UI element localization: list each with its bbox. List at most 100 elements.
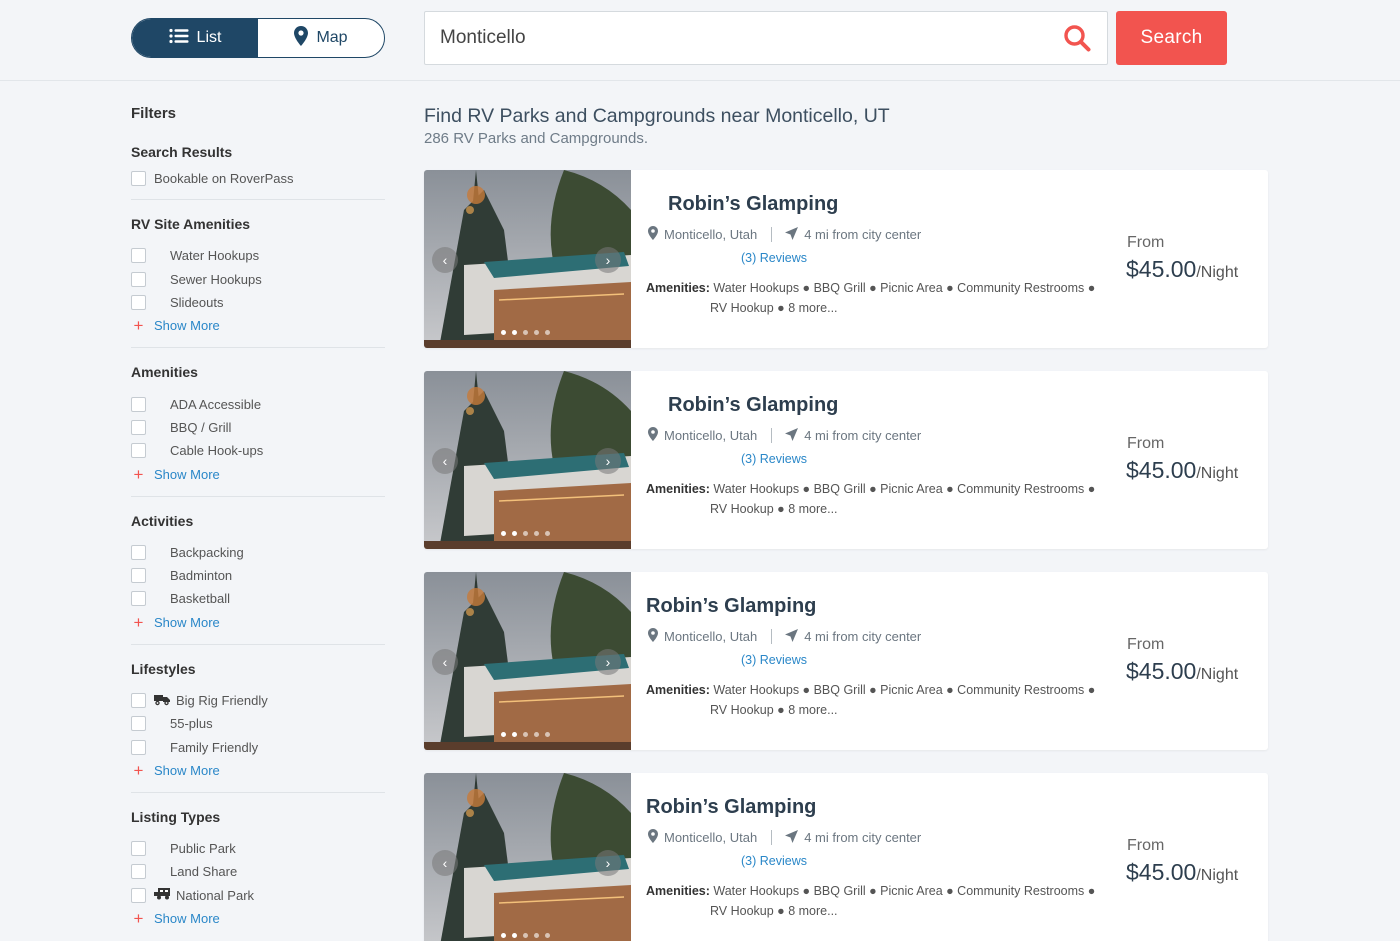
- show-more-link[interactable]: + Show More: [131, 759, 385, 782]
- carousel-dot[interactable]: [523, 933, 528, 938]
- listing-card[interactable]: ‹ › Robin’s Glamping Monticello, Utah 4 …: [424, 371, 1268, 549]
- listing-details: Robin’s Glamping Monticello, Utah 4 mi f…: [646, 371, 1106, 549]
- checkbox[interactable]: [131, 887, 146, 903]
- checkbox[interactable]: [131, 396, 146, 412]
- view-toggle: List Map: [131, 18, 385, 58]
- carousel-dot[interactable]: [501, 531, 506, 536]
- listing-photo[interactable]: ‹ ›: [424, 170, 631, 348]
- show-more-link[interactable]: + Show More: [131, 314, 385, 337]
- carousel-dot[interactable]: [512, 330, 517, 335]
- show-more-link[interactable]: + Show More: [131, 907, 385, 930]
- chevron-left-icon[interactable]: ‹: [432, 850, 458, 876]
- filter-option-label: Badminton: [170, 568, 233, 584]
- checkbox[interactable]: [131, 864, 146, 880]
- chevron-left-icon[interactable]: ‹: [432, 649, 458, 675]
- carousel-dot[interactable]: [523, 330, 528, 335]
- listing-card[interactable]: ‹ › Robin’s Glamping Monticello, Utah 4 …: [424, 773, 1268, 941]
- carousel-dot[interactable]: [545, 732, 550, 737]
- checkbox[interactable]: [131, 716, 146, 732]
- carousel-dot[interactable]: [501, 330, 506, 335]
- carousel-dot[interactable]: [545, 531, 550, 536]
- filter-option[interactable]: ADA Accessible: [131, 392, 385, 415]
- list-view-button[interactable]: List: [132, 19, 258, 57]
- chevron-right-icon[interactable]: ›: [595, 448, 621, 474]
- listing-photo[interactable]: ‹ ›: [424, 371, 631, 549]
- reviews-link[interactable]: (3) Reviews: [741, 452, 807, 466]
- checkbox[interactable]: [131, 171, 146, 187]
- carousel-dot[interactable]: [512, 531, 517, 536]
- reviews-link[interactable]: (3) Reviews: [741, 854, 807, 868]
- checkbox[interactable]: [131, 841, 146, 857]
- filter-option[interactable]: Backpacking: [131, 541, 385, 564]
- filter-option[interactable]: BBQ / Grill: [131, 416, 385, 439]
- listing-name[interactable]: Robin’s Glamping: [646, 595, 816, 618]
- filter-option[interactable]: Bookable on RoverPass: [131, 167, 385, 190]
- filter-option[interactable]: Land Share: [131, 860, 385, 883]
- show-more-link[interactable]: + Show More: [131, 462, 385, 485]
- listing-name[interactable]: Robin’s Glamping: [668, 394, 838, 417]
- carousel-dot[interactable]: [534, 933, 539, 938]
- filter-option[interactable]: Basketball: [131, 587, 385, 610]
- carousel-dot[interactable]: [534, 531, 539, 536]
- carousel-dot[interactable]: [512, 732, 517, 737]
- listing-photo[interactable]: ‹ ›: [424, 773, 631, 941]
- filter-option-label: Slideouts: [170, 295, 224, 311]
- price-from-label: From: [1127, 636, 1165, 653]
- chevron-right-icon[interactable]: ›: [595, 247, 621, 273]
- reviews-link[interactable]: (3) Reviews: [741, 653, 807, 667]
- chevron-right-icon[interactable]: ›: [595, 850, 621, 876]
- filter-option-label: Sewer Hookups: [170, 271, 262, 287]
- filter-option[interactable]: National Park: [131, 884, 385, 907]
- carousel-dot[interactable]: [512, 933, 517, 938]
- filter-option[interactable]: Big Rig Friendly: [131, 689, 385, 712]
- price-unit: /Night: [1196, 867, 1239, 884]
- carousel-dot[interactable]: [534, 732, 539, 737]
- chevron-left-icon[interactable]: ‹: [432, 247, 458, 273]
- show-more-link[interactable]: + Show More: [131, 611, 385, 634]
- carousel-dot[interactable]: [545, 933, 550, 938]
- filter-option[interactable]: Water Hookups: [131, 244, 385, 267]
- navigation-arrow-icon: [785, 628, 799, 645]
- listing-card[interactable]: ‹ › Robin’s Glamping Monticello, Utah 4 …: [424, 170, 1268, 348]
- checkbox[interactable]: [131, 568, 146, 584]
- carousel-dot[interactable]: [534, 330, 539, 335]
- listing-card[interactable]: ‹ › Robin’s Glamping Monticello, Utah 4 …: [424, 572, 1268, 750]
- checkbox[interactable]: [131, 271, 146, 287]
- listing-distance: 4 mi from city center: [804, 629, 922, 644]
- checkbox[interactable]: [131, 248, 146, 264]
- filter-option[interactable]: Slideouts: [131, 291, 385, 314]
- filter-option[interactable]: Public Park: [131, 837, 385, 860]
- filter-option[interactable]: Badminton: [131, 564, 385, 587]
- checkbox[interactable]: [131, 739, 146, 755]
- carousel-dot[interactable]: [501, 732, 506, 737]
- filter-option[interactable]: Sewer Hookups: [131, 268, 385, 291]
- checkbox[interactable]: [131, 295, 146, 311]
- checkbox[interactable]: [131, 544, 146, 560]
- filter-option-label: ADA Accessible: [170, 396, 262, 412]
- carousel-dot[interactable]: [523, 732, 528, 737]
- listing-photo[interactable]: ‹ ›: [424, 572, 631, 750]
- price-from-label: From: [1127, 435, 1165, 452]
- filter-option[interactable]: 55-plus: [131, 712, 385, 735]
- map-view-button[interactable]: Map: [258, 19, 384, 57]
- search-icon[interactable]: [1055, 16, 1099, 60]
- carousel-dot[interactable]: [545, 330, 550, 335]
- checkbox[interactable]: [131, 419, 146, 435]
- price-amount: $45.00: [1126, 859, 1197, 885]
- listing-name[interactable]: Robin’s Glamping: [668, 193, 838, 216]
- checkbox[interactable]: [131, 693, 146, 708]
- listing-name[interactable]: Robin’s Glamping: [646, 796, 816, 819]
- carousel-dot[interactable]: [523, 531, 528, 536]
- chevron-left-icon[interactable]: ‹: [432, 448, 458, 474]
- checkbox[interactable]: [131, 443, 146, 459]
- chevron-right-icon[interactable]: ›: [595, 649, 621, 675]
- filter-option[interactable]: Cable Hook-ups: [131, 439, 385, 462]
- price-unit: /Night: [1196, 465, 1239, 482]
- checkbox[interactable]: [131, 591, 146, 607]
- search-button[interactable]: Search: [1116, 11, 1227, 65]
- search-input[interactable]: [440, 27, 1055, 49]
- carousel-dot[interactable]: [501, 933, 506, 938]
- reviews-link[interactable]: (3) Reviews: [741, 251, 807, 265]
- filter-option[interactable]: Family Friendly: [131, 735, 385, 758]
- price: $45.00/Night: [1126, 859, 1238, 886]
